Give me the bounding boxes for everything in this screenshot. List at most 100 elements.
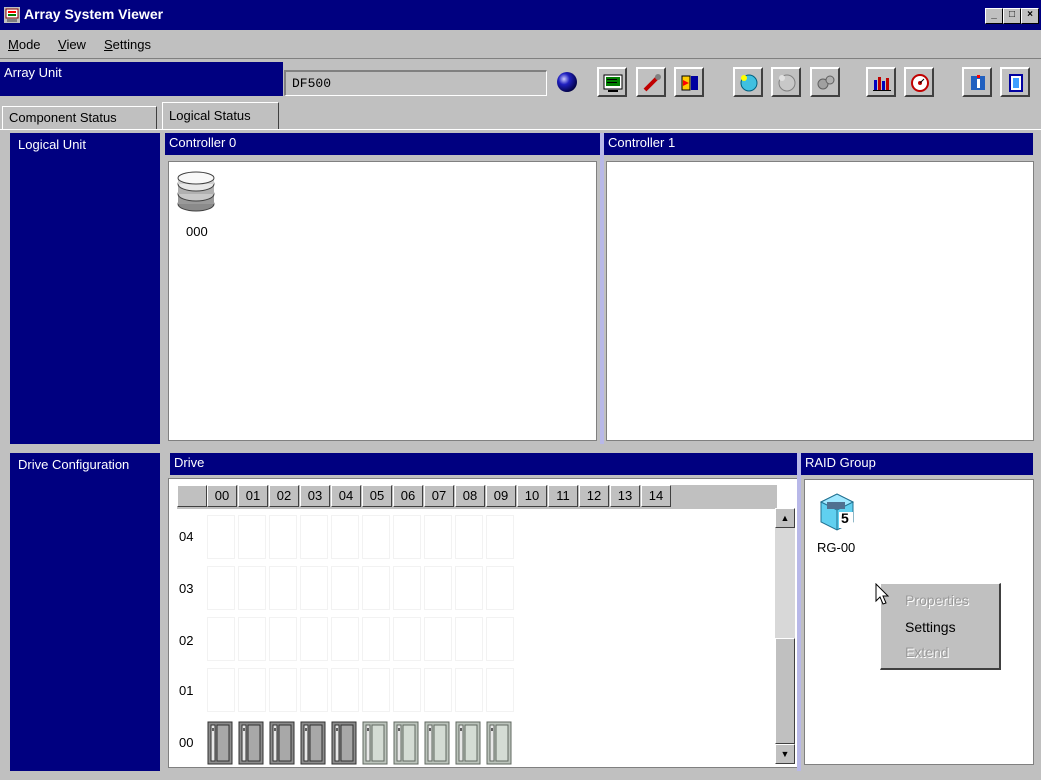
empty-drive-slot[interactable]: [424, 566, 452, 610]
empty-drive-slot[interactable]: [486, 566, 514, 610]
timer-button[interactable]: [904, 67, 934, 97]
empty-drive-slot[interactable]: [269, 668, 297, 712]
performance-button[interactable]: [866, 67, 896, 97]
drive-slot[interactable]: [362, 721, 388, 765]
drive-icon: [362, 721, 388, 765]
scroll-thumb[interactable]: [775, 638, 795, 744]
empty-drive-slot[interactable]: [393, 617, 421, 661]
column-header: 09: [486, 485, 516, 507]
empty-drive-slot[interactable]: [424, 668, 452, 712]
empty-drive-slot[interactable]: [207, 617, 235, 661]
drive-slot[interactable]: [269, 721, 295, 765]
drive-slot[interactable]: [331, 721, 357, 765]
drive-icon: [486, 721, 512, 765]
menu-settings[interactable]: Settings: [104, 37, 151, 52]
tab-component-status[interactable]: Component Status: [2, 106, 157, 130]
drive-slot[interactable]: [238, 721, 264, 765]
empty-drive-slot[interactable]: [238, 515, 266, 559]
menu-view[interactable]: View: [58, 37, 86, 52]
menu-mode[interactable]: Mode: [8, 37, 41, 52]
context-menu-properties[interactable]: Properties: [905, 592, 969, 608]
empty-drive-slot[interactable]: [424, 617, 452, 661]
column-header: 03: [300, 485, 330, 507]
maximize-button[interactable]: □: [1003, 8, 1021, 24]
empty-drive-slot[interactable]: [300, 617, 328, 661]
close-button[interactable]: ×: [1021, 8, 1039, 24]
empty-drive-slot[interactable]: [455, 668, 483, 712]
column-header: 06: [393, 485, 423, 507]
raid-cube-icon: [819, 493, 855, 531]
context-menu-settings[interactable]: Settings: [905, 619, 956, 635]
raid-group-item[interactable]: 5 RG-00: [815, 488, 875, 558]
empty-drive-slot[interactable]: [362, 668, 390, 712]
empty-drive-slot[interactable]: [331, 617, 359, 661]
empty-drive-slot[interactable]: [207, 668, 235, 712]
drive-column-header-row: 00 01 02 03 04 05 06 07 08 09 10 11 12 1…: [177, 485, 777, 509]
configure-button[interactable]: [810, 67, 840, 97]
empty-drive-slot[interactable]: [269, 617, 297, 661]
scroll-down-button[interactable]: ▼: [775, 744, 795, 764]
column-header: 00: [207, 485, 237, 507]
empty-drive-slot[interactable]: [269, 566, 297, 610]
info-button[interactable]: [962, 67, 992, 97]
empty-drive-slot[interactable]: [424, 515, 452, 559]
empty-drive-slot[interactable]: [393, 566, 421, 610]
exit-button[interactable]: [1000, 67, 1030, 97]
drive-configuration-label: Drive Configuration: [10, 453, 160, 771]
splitter[interactable]: [600, 133, 604, 444]
empty-drive-slot[interactable]: [331, 566, 359, 610]
drive-slot[interactable]: [486, 721, 512, 765]
drive-vertical-scrollbar[interactable]: ▲ ▼: [775, 508, 795, 764]
scroll-up-button[interactable]: ▲: [775, 508, 795, 528]
empty-drive-slot[interactable]: [238, 617, 266, 661]
swap-button[interactable]: [674, 67, 704, 97]
empty-drive-slot[interactable]: [362, 617, 390, 661]
drive-slot[interactable]: [455, 721, 481, 765]
empty-drive-slot[interactable]: [455, 617, 483, 661]
raid-group-name: RG-00: [817, 540, 856, 555]
empty-drive-slot[interactable]: [300, 566, 328, 610]
empty-drive-slot[interactable]: [331, 668, 359, 712]
drive-slot[interactable]: [207, 721, 233, 765]
empty-drive-slot[interactable]: [393, 668, 421, 712]
cube-icon: [778, 74, 796, 92]
empty-drive-slot[interactable]: [486, 668, 514, 712]
empty-drive-slot[interactable]: [207, 515, 235, 559]
tab-logical-status[interactable]: Logical Status: [162, 102, 279, 130]
monitor-button[interactable]: [597, 67, 627, 97]
empty-drive-slot[interactable]: [362, 566, 390, 610]
bar-chart-icon: [873, 77, 891, 91]
drive-header: Drive: [170, 453, 797, 475]
empty-drive-slot[interactable]: [300, 668, 328, 712]
menu-bar: Mode View Settings: [0, 30, 1041, 59]
drive-slot[interactable]: [424, 721, 450, 765]
context-menu-extend[interactable]: Extend: [905, 644, 949, 660]
edit-button[interactable]: [636, 67, 666, 97]
new-group-button[interactable]: [733, 67, 763, 97]
empty-drive-slot[interactable]: [486, 515, 514, 559]
logical-unit-000[interactable]: 000: [176, 170, 226, 240]
empty-drive-slot[interactable]: [455, 515, 483, 559]
column-corner: [177, 485, 207, 507]
empty-drive-slot[interactable]: [362, 515, 390, 559]
empty-drive-slot[interactable]: [238, 668, 266, 712]
splitter-raid[interactable]: [797, 453, 801, 771]
delete-group-button[interactable]: [771, 67, 801, 97]
empty-drive-slot[interactable]: [300, 515, 328, 559]
empty-drive-slot[interactable]: [393, 515, 421, 559]
array-unit-field[interactable]: DF500: [284, 70, 547, 96]
status-lamp-icon: [557, 72, 577, 92]
empty-drive-slot[interactable]: [331, 515, 359, 559]
context-menu: Properties Settings Extend: [880, 583, 1001, 670]
empty-drive-slot[interactable]: [269, 515, 297, 559]
logical-unit-label: Logical Unit: [10, 133, 160, 444]
empty-drive-slot[interactable]: [238, 566, 266, 610]
drive-slot[interactable]: [300, 721, 326, 765]
empty-drive-slot[interactable]: [455, 566, 483, 610]
minimize-button[interactable]: _: [985, 8, 1003, 24]
drive-slot[interactable]: [393, 721, 419, 765]
title-bar[interactable]: Array System Viewer _ □ ×: [0, 0, 1041, 30]
column-header: 14: [641, 485, 671, 507]
empty-drive-slot[interactable]: [207, 566, 235, 610]
empty-drive-slot[interactable]: [486, 617, 514, 661]
